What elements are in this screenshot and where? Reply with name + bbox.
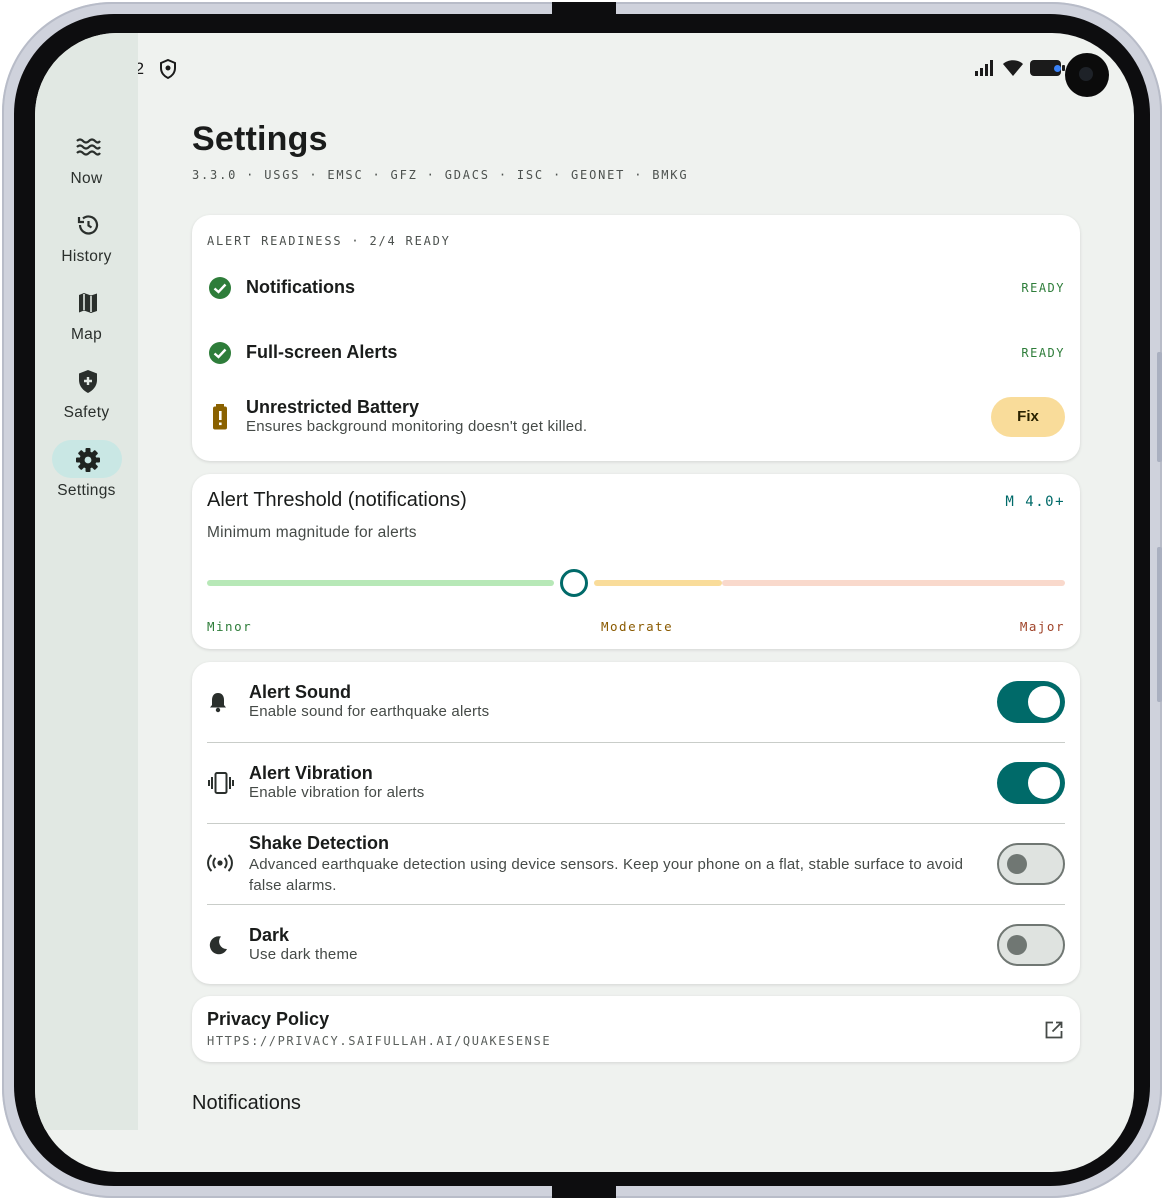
slider-label-moderate: Moderate <box>601 619 674 634</box>
threshold-slider-thumb[interactable] <box>560 569 589 597</box>
toggle-text: Shake Detection Advanced earthquake dete… <box>249 833 969 896</box>
page-title: Settings <box>192 120 328 158</box>
readiness-title-notifications: Notifications <box>246 277 356 297</box>
slider-track-minor[interactable] <box>207 580 555 586</box>
readiness-title-battery: Unrestricted Battery <box>246 397 420 417</box>
slider-track-moderate[interactable] <box>594 580 722 586</box>
toggle-subtitle: Advanced earthquake detection using devi… <box>249 856 964 894</box>
shield-plus-icon <box>52 362 122 400</box>
rail-item-now[interactable]: Now <box>35 128 138 188</box>
privacy-indicator-dot <box>1054 65 1061 72</box>
map-icon <box>52 284 122 322</box>
screen: 1:02 <box>35 33 1134 1172</box>
vibration-icon <box>208 772 234 794</box>
status-badge: READY <box>1021 281 1065 295</box>
open-external-icon[interactable] <box>1044 1020 1064 1040</box>
history-icon <box>52 206 122 244</box>
toggle-title: Alert Vibration <box>249 763 373 783</box>
toggle-row-shake-detection: Shake Detection Advanced earthquake dete… <box>207 833 1065 895</box>
gear-icon <box>51 440 122 478</box>
sources-subtitle: 3.3.0 · USGS · EMSC · GFZ · GDACS · ISC … <box>192 168 689 182</box>
slider-track-major[interactable] <box>722 580 1065 586</box>
alert-threshold-card: Alert Threshold (notifications) M 4.0+ M… <box>192 474 1080 649</box>
moon-icon <box>209 936 227 955</box>
toggle-subtitle: Enable vibration for alerts <box>249 784 425 801</box>
shield-status-icon <box>160 59 176 79</box>
rail-item-label: Now <box>70 170 103 187</box>
toggle-text: Dark Use dark theme <box>249 925 358 963</box>
waves-icon <box>52 128 122 166</box>
threshold-subtitle: Minimum magnitude for alerts <box>207 524 417 541</box>
side-button <box>1157 352 1162 462</box>
divider <box>207 742 1065 743</box>
rail-item-history[interactable]: History <box>35 206 138 266</box>
fix-battery-button[interactable]: Fix <box>991 397 1065 437</box>
threshold-title: Alert Threshold (notifications) <box>207 489 467 511</box>
threshold-value: M 4.0+ <box>1005 494 1065 510</box>
toggle-title: Dark <box>249 925 290 945</box>
rail-item-settings[interactable]: Settings <box>35 440 138 500</box>
rail-item-label: Map <box>70 326 103 343</box>
shake-detection-toggle[interactable] <box>997 843 1065 885</box>
divider <box>207 823 1065 824</box>
wifi-icon <box>1003 60 1023 76</box>
dark-theme-toggle[interactable] <box>997 924 1065 966</box>
alert-vibration-toggle[interactable] <box>997 762 1065 804</box>
sensors-icon <box>207 854 233 872</box>
toggle-row-alert-sound: Alert Sound Enable sound for earthquake … <box>207 682 1065 722</box>
toggle-title: Shake Detection <box>249 833 390 853</box>
toggle-subtitle: Enable sound for earthquake alerts <box>249 703 490 720</box>
rail-item-safety[interactable]: Safety <box>35 362 138 422</box>
check-circle-icon <box>209 277 231 299</box>
rail-item-map[interactable]: Map <box>35 284 138 344</box>
slider-label-major: Major <box>1019 619 1065 634</box>
rail-item-label: Settings <box>57 482 116 499</box>
toggle-subtitle: Use dark theme <box>249 946 358 963</box>
status-icons <box>974 59 1066 77</box>
privacy-url: HTTPS://PRIVACY.SAIFULLAH.AI/QUAKESENSE <box>207 1034 552 1048</box>
bell-icon <box>210 693 226 713</box>
toggle-title: Alert Sound <box>249 682 351 702</box>
rail-item-label: History <box>61 248 112 265</box>
rail-item-label: Safety <box>63 404 110 421</box>
section-heading-notifications: Notifications <box>192 1092 301 1114</box>
check-circle-icon <box>209 342 231 364</box>
volume-button <box>1157 547 1162 702</box>
front-camera <box>1065 53 1109 97</box>
battery-alert-icon <box>213 404 227 430</box>
alert-toggles-card: Alert Sound Enable sound for earthquake … <box>192 662 1080 984</box>
status-badge: READY <box>1021 346 1065 360</box>
alert-readiness-card: ALERT READINESS · 2/4 READY Notification… <box>192 215 1080 461</box>
toggle-row-dark: Dark Use dark theme <box>207 925 1065 965</box>
divider <box>207 904 1065 905</box>
toggle-text: Alert Sound Enable sound for earthquake … <box>249 682 489 720</box>
toggle-row-alert-vibration: Alert Vibration Enable vibration for ale… <box>207 763 1065 803</box>
readiness-subtitle-battery: Ensures background monitoring doesn't ge… <box>246 418 588 435</box>
signal-icon <box>975 60 993 76</box>
toggle-text: Alert Vibration Enable vibration for ale… <box>249 763 425 801</box>
device-frame: 1:02 <box>2 2 1162 1198</box>
privacy-title: Privacy Policy <box>207 1009 330 1029</box>
readiness-title-fullscreen: Full-screen Alerts <box>246 342 398 362</box>
alert-sound-toggle[interactable] <box>997 681 1065 723</box>
privacy-policy-card[interactable]: Privacy Policy HTTPS://PRIVACY.SAIFULLAH… <box>192 996 1080 1062</box>
navigation-rail: Now History Map Safety Settings <box>35 33 138 1130</box>
slider-label-minor: Minor <box>207 619 253 634</box>
readiness-heading: ALERT READINESS · 2/4 READY <box>207 234 451 248</box>
